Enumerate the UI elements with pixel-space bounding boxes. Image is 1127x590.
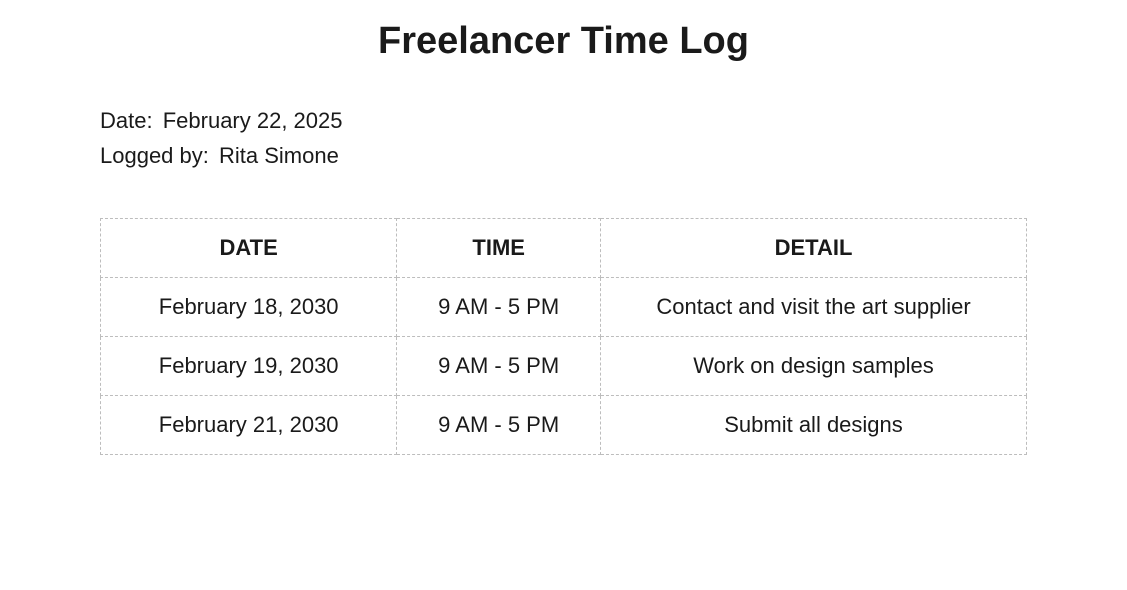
- meta-loggedby-row: Logged by: Rita Simone: [100, 138, 1027, 173]
- cell-time: 9 AM - 5 PM: [397, 278, 601, 337]
- page-title: Freelancer Time Log: [100, 20, 1027, 63]
- meta-loggedby-value: Rita Simone: [219, 143, 339, 168]
- cell-date: February 18, 2030: [101, 278, 397, 337]
- cell-time: 9 AM - 5 PM: [397, 396, 601, 455]
- table-row: February 18, 2030 9 AM - 5 PM Contact an…: [101, 278, 1027, 337]
- cell-detail: Work on design samples: [601, 337, 1027, 396]
- table-header-row: DATE TIME DETAIL: [101, 219, 1027, 278]
- meta-loggedby-label: Logged by:: [100, 143, 209, 168]
- table-row: February 21, 2030 9 AM - 5 PM Submit all…: [101, 396, 1027, 455]
- document-page: Freelancer Time Log Date: February 22, 2…: [0, 0, 1127, 590]
- table-row: February 19, 2030 9 AM - 5 PM Work on de…: [101, 337, 1027, 396]
- meta-date-row: Date: February 22, 2025: [100, 103, 1027, 138]
- col-header-date: DATE: [101, 219, 397, 278]
- meta-block: Date: February 22, 2025 Logged by: Rita …: [100, 103, 1027, 173]
- meta-date-value: February 22, 2025: [163, 108, 343, 133]
- col-header-time: TIME: [397, 219, 601, 278]
- cell-detail: Contact and visit the art supplier: [601, 278, 1027, 337]
- cell-time: 9 AM - 5 PM: [397, 337, 601, 396]
- cell-detail: Submit all designs: [601, 396, 1027, 455]
- timelog-table: DATE TIME DETAIL February 18, 2030 9 AM …: [100, 218, 1027, 455]
- cell-date: February 19, 2030: [101, 337, 397, 396]
- meta-date-label: Date:: [100, 108, 153, 133]
- col-header-detail: DETAIL: [601, 219, 1027, 278]
- cell-date: February 21, 2030: [101, 396, 397, 455]
